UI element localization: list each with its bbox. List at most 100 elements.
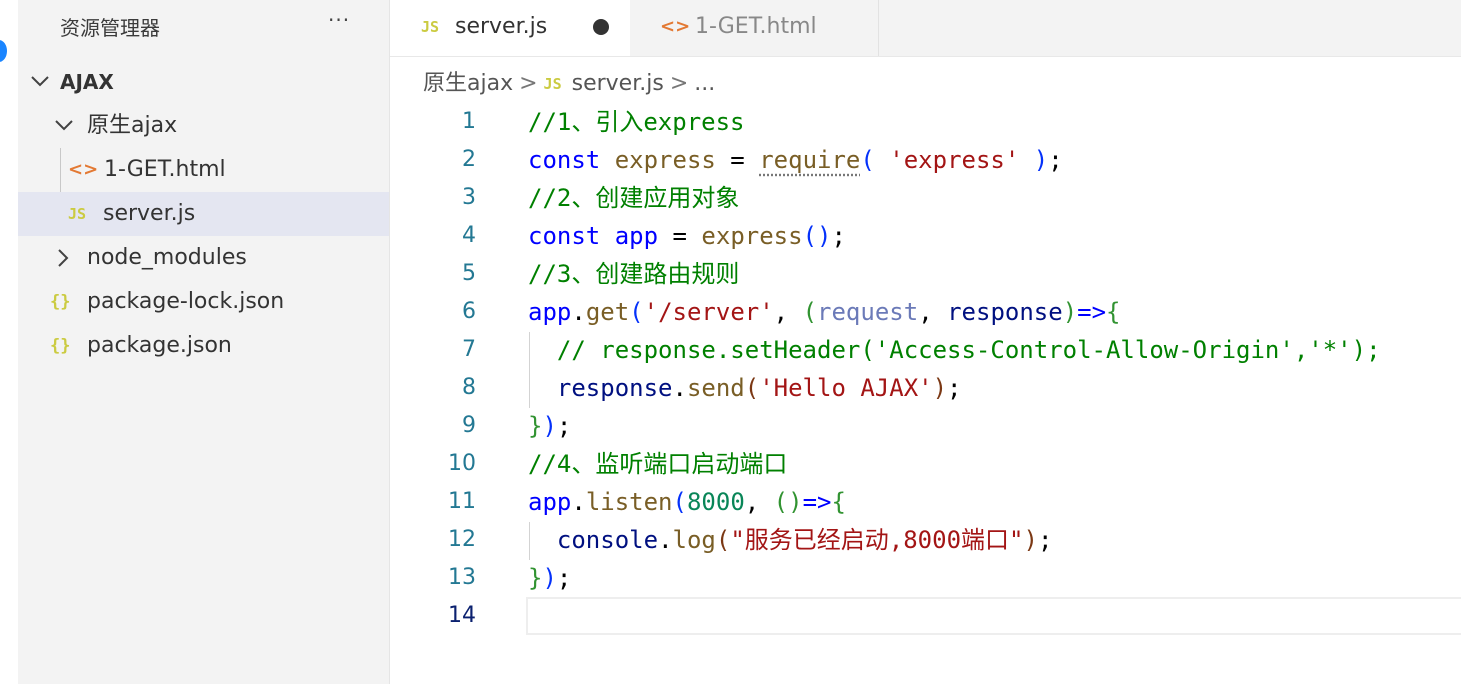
code-token: 'express' xyxy=(889,146,1020,174)
line-number: 9 xyxy=(462,413,476,438)
code-token: require xyxy=(759,146,861,174)
code-token: const xyxy=(528,146,601,174)
tree-label: 原生ajax xyxy=(87,113,178,138)
code-line[interactable]: 12 console.log("服务已经启动,8000端口"); xyxy=(390,521,1461,559)
code-line[interactable]: 4 const app = express(); xyxy=(390,217,1461,255)
more-actions-icon[interactable]: ··· xyxy=(328,8,350,32)
code-token: console xyxy=(556,526,659,554)
code-token: { xyxy=(831,488,846,516)
code-line[interactable]: 2 const express = require( 'express' ); xyxy=(390,141,1461,179)
code-token: //1、引入express xyxy=(528,108,745,136)
code-token: ( xyxy=(715,526,731,554)
tree-file-package-json[interactable]: {} package.json xyxy=(18,324,389,368)
tree-folder-native-ajax[interactable]: 原生ajax xyxy=(18,104,389,148)
code-text: console.log("服务已经启动,8000端口"); xyxy=(528,521,1052,559)
code-text: // response.setHeader('Access-Control-Al… xyxy=(528,331,1381,369)
code-token: 8000 xyxy=(686,488,745,516)
code-token: ; xyxy=(831,222,846,250)
explorer-title: 资源管理器 xyxy=(60,16,160,40)
code-token: express xyxy=(614,146,716,174)
tab-1-get-html[interactable]: <> 1-GET.html xyxy=(631,0,879,56)
code-token: //2、创建应用对象 xyxy=(528,184,740,212)
code-token: // response.setHeader('Access-Control-Al… xyxy=(556,336,1381,364)
code-token: app xyxy=(528,488,572,516)
code-token: . xyxy=(571,488,586,516)
js-file-icon: JS xyxy=(543,75,562,93)
code-text: response.send('Hello AJAX'); xyxy=(528,369,962,407)
code-token: => xyxy=(1077,298,1107,326)
editor-tab-bar: JS server.js <> 1-GET.html xyxy=(390,0,1461,57)
code-token: { xyxy=(1106,298,1121,326)
code-token: app xyxy=(614,222,659,250)
tree-folder-node-modules[interactable]: node_modules xyxy=(18,236,389,280)
json-file-icon: {} xyxy=(50,336,71,356)
breadcrumb: 原生ajax > JS server.js >... xyxy=(423,66,715,102)
code-line[interactable]: 7 // response.setHeader('Access-Control-… xyxy=(390,331,1461,369)
accounts-badge-icon[interactable] xyxy=(0,40,7,62)
code-token: => xyxy=(802,488,832,516)
tree-file-1-get-html[interactable]: <> 1-GET.html xyxy=(18,148,389,192)
code-token: //4、监听端口启动端口 xyxy=(528,450,788,478)
unsaved-dot-icon[interactable] xyxy=(593,19,609,35)
line-number: 3 xyxy=(462,185,476,210)
code-token: app xyxy=(528,298,572,326)
tree-file-package-lock-json[interactable]: {} package-lock.json xyxy=(18,280,389,324)
line-number: 6 xyxy=(462,299,476,324)
code-text: const express = require( 'express' ); xyxy=(528,141,1063,179)
code-token: ( xyxy=(672,488,687,516)
breadcrumb-symbols[interactable]: ... xyxy=(694,66,715,102)
code-token: response xyxy=(556,374,673,402)
code-token: , xyxy=(918,298,948,326)
tree-label: node_modules xyxy=(87,245,247,270)
code-token: ) xyxy=(932,374,948,402)
code-line[interactable]: 14 xyxy=(390,597,1461,635)
code-line[interactable]: 9}); xyxy=(390,407,1461,445)
line-number: 14 xyxy=(448,603,476,628)
chevron-right-icon: > xyxy=(519,71,538,96)
tree-folder-ajax[interactable]: AJAX xyxy=(18,60,389,104)
breadcrumb-folder[interactable]: 原生ajax xyxy=(423,66,513,102)
code-token: get xyxy=(585,298,630,326)
breadcrumb-file[interactable]: server.js xyxy=(572,66,664,102)
line-number: 8 xyxy=(462,375,476,400)
code-token: ( xyxy=(744,374,760,402)
code-token: , xyxy=(744,488,774,516)
chevron-right-icon: > xyxy=(669,71,689,96)
html-file-icon: <> xyxy=(660,16,691,37)
code-token: send xyxy=(686,374,745,402)
line-number: 13 xyxy=(448,565,476,590)
code-token: const xyxy=(528,222,601,250)
code-token: . xyxy=(672,374,687,402)
code-line[interactable]: 1 //1、引入express xyxy=(390,103,1461,141)
line-number: 11 xyxy=(448,489,476,514)
code-token: } xyxy=(528,564,543,592)
code-text: //2、创建应用对象 xyxy=(528,179,739,217)
code-text: }); xyxy=(528,559,571,597)
code-line[interactable]: 11 app.listen(8000, ()=>{ xyxy=(390,483,1461,521)
code-line[interactable]: 6 app.get('/server', (request, response)=… xyxy=(390,293,1461,331)
code-token: () xyxy=(773,488,803,516)
code-line[interactable]: 13}); xyxy=(390,559,1461,597)
code-token: ) xyxy=(1033,146,1049,174)
code-editor[interactable]: 1 //1、引入express 2 const express = require( … xyxy=(390,100,1461,684)
code-token: log xyxy=(672,526,716,554)
code-token: ; xyxy=(1048,146,1063,174)
code-token: ( xyxy=(629,298,644,326)
line-number: 2 xyxy=(462,147,476,172)
code-line[interactable]: 8 response.send('Hello AJAX'); xyxy=(390,369,1461,407)
code-line[interactable]: 3 //2、创建应用对象 xyxy=(390,179,1461,217)
code-line[interactable]: 5 //3、创建路由规则 xyxy=(390,255,1461,293)
tab-server-js[interactable]: JS server.js xyxy=(390,0,630,56)
explorer-sidebar: 资源管理器 ··· AJAX 原生ajax <> 1-GET.html JS s… xyxy=(18,0,390,684)
code-token: express xyxy=(701,222,803,250)
code-token: '/server' xyxy=(643,298,774,326)
tree-file-server-js[interactable]: JS server.js xyxy=(18,192,389,236)
line-number: 7 xyxy=(462,337,476,362)
code-line[interactable]: 10 //4、监听端口启动端口 xyxy=(390,445,1461,483)
code-token: . xyxy=(658,526,673,554)
